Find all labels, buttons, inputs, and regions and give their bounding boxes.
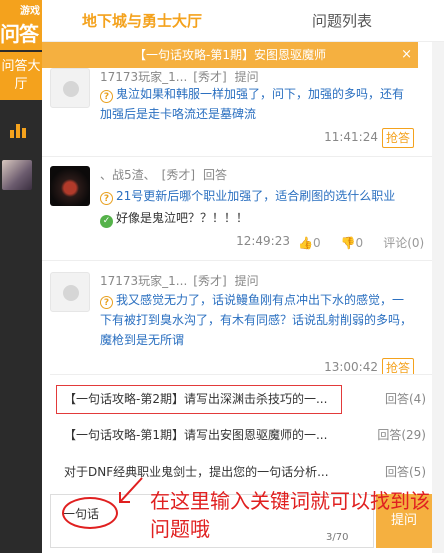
answer-count: 回答(29)	[377, 428, 426, 442]
answer-icon: ✓	[100, 215, 113, 228]
comment-link[interactable]: 评论(0)	[383, 236, 424, 250]
tab-bar: 地下城与勇士大厅 问题列表	[42, 0, 444, 42]
tab-dnf-hall[interactable]: 地下城与勇士大厅	[42, 0, 242, 42]
sidebar-item-qa-hall[interactable]: 问答大厅	[0, 52, 42, 100]
tab-question-list[interactable]: 问题列表	[252, 0, 432, 42]
grab-answer-button[interactable]: 抢答	[382, 128, 414, 148]
question-text[interactable]: ? 鬼泣如果和韩服一样加强了，问下，加强的多吗，还有加强后是走卡咯流还是墓碑流	[100, 84, 412, 124]
sidebar-item-chart[interactable]	[0, 110, 42, 146]
logo-top-text: 游戏	[20, 6, 40, 17]
list-item: 17173玩家_1... [秀才] 提问 ? 鬼泣如果和韩服一样加强了，问下，加强的多…	[50, 68, 414, 156]
suggestion-title: 对于DNF经典职业鬼剑士，提出您的一句话分析...	[64, 465, 329, 479]
topic-banner[interactable]: 【一句话攻略-第1期】安图恩驱魔师 ×	[42, 42, 418, 68]
user-rank: [秀才]	[193, 70, 227, 84]
list-item: 17173玩家_1... [秀才] 提问 ? 我又感觉无力了，话说鳗鱼刚有点冲出下水的…	[50, 272, 414, 378]
answer-count: 回答(5)	[385, 465, 426, 479]
timestamp: 13:00:42	[324, 360, 378, 374]
question-text[interactable]: ? 我又感觉无力了，话说鳗鱼刚有点冲出下水的感觉，一下有被打到臭水沟了，有木有同感…	[100, 290, 412, 350]
question-icon: ?	[100, 296, 113, 309]
close-icon[interactable]: ×	[401, 42, 412, 68]
scrollbar[interactable]	[432, 42, 444, 553]
suggestion-title: 【一句话攻略-第1期】请写出安图恩驱魔师的一...	[64, 428, 328, 442]
question-text[interactable]: ? 21号更新后哪个职业加强了，适合刷图的选什么职业	[100, 186, 412, 206]
annotation-text: 在这里输入关键词就可以找到该问题哦	[150, 489, 430, 541]
post-action: 提问	[234, 274, 259, 288]
question-icon: ?	[100, 90, 113, 103]
avatar[interactable]	[50, 166, 90, 206]
suggestion-item[interactable]: 【一句话攻略-第1期】请写出安图恩驱魔师的一... 回答(29)	[58, 421, 432, 449]
arrow-icon	[119, 477, 143, 503]
user-avatar[interactable]	[2, 160, 32, 190]
question-icon: ?	[100, 192, 113, 205]
topic-title: 【一句话攻略-第1期】安图恩驱魔师	[134, 48, 326, 62]
divider	[42, 260, 432, 261]
upvote-button[interactable]: 👍0	[298, 236, 331, 250]
downvote-button[interactable]: 👎0	[341, 236, 374, 250]
logo-bottom-text: 问答	[0, 22, 39, 46]
highlight-box	[56, 385, 342, 414]
username[interactable]: 17173玩家_1...	[100, 70, 187, 84]
user-rank: [秀才]	[193, 274, 227, 288]
sidebar: 游戏 问答 问答大厅	[0, 0, 42, 553]
answer-text: ✓ 好像是鬼泣吧？？！！！	[100, 208, 412, 228]
username[interactable]: 、战5渣、	[100, 168, 156, 182]
avatar[interactable]	[50, 68, 90, 108]
answer-count: 回答(4)	[385, 392, 426, 406]
divider	[42, 156, 432, 157]
username[interactable]: 17173玩家_1...	[100, 274, 187, 288]
list-item: 、战5渣、 [秀才] 回答 ? 21号更新后哪个职业加强了，适合刷图的选什么职业 ✓ 好…	[50, 166, 424, 250]
avatar[interactable]	[50, 272, 90, 312]
timestamp: 12:49:23	[236, 234, 290, 248]
timestamp: 11:41:24	[324, 130, 378, 144]
user-rank: [秀才]	[161, 168, 196, 182]
app-logo[interactable]: 游戏 问答	[0, 0, 42, 50]
post-action: 提问	[234, 70, 259, 84]
post-action: 回答	[203, 168, 228, 182]
